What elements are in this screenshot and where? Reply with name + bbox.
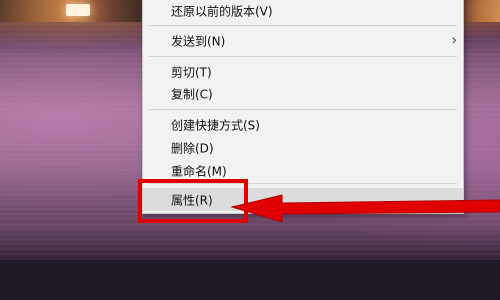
screenshot-stage: 还原以前的版本(V) 发送到(N) › 剪切(T) 复制(C) 创建快捷方式(S… [0, 0, 500, 300]
arrow-left-icon [230, 194, 500, 223]
annotation-arrow-shape [230, 194, 500, 223]
